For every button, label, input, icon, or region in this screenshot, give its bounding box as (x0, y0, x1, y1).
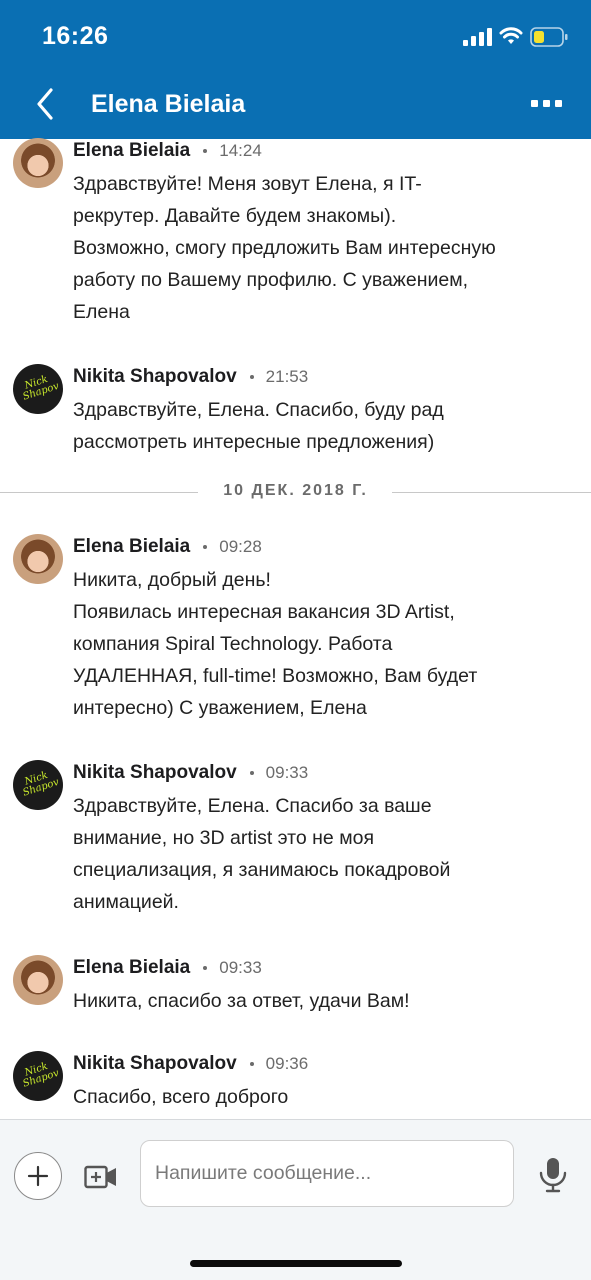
message-line: УДАЛЕННАЯ, full-time! Возможно, Вам буде… (73, 665, 478, 687)
message-line: Здравствуйте, Елена. Спасибо, буду рад (73, 399, 444, 421)
battery-icon (530, 27, 568, 47)
message-input[interactable] (141, 1141, 513, 1206)
home-indicator (190, 1260, 402, 1267)
avatar-logo: Nick Shapov (21, 769, 61, 799)
app-header: 16:26 Elena Bielaia (0, 0, 591, 139)
separator-dot (203, 545, 208, 549)
message-line: Здравствуйте, Елена. Спасибо за ваше (73, 795, 432, 817)
message-line: Возможно, смогу предложить Вам интересну… (73, 237, 496, 259)
status-bar: 16:26 (0, 0, 591, 70)
avatar[interactable]: Nick Shapov (13, 760, 63, 810)
message-line: внимание, но 3D artist это не моя (73, 827, 375, 849)
sender-name[interactable]: Nikita Shapovalov (73, 1053, 237, 1075)
separator-dot (203, 966, 208, 970)
video-call-icon[interactable] (84, 1162, 118, 1192)
sender-name[interactable]: Elena Bielaia (73, 140, 190, 162)
message-text: Никита, спасибо за ответ, удачи Вам! (73, 985, 563, 1017)
status-time: 16:26 (42, 22, 109, 50)
message-text: Никита, добрый день! Появилась интересная… (73, 564, 563, 724)
message-header: Elena Bielaia 14:24 (73, 138, 262, 164)
avatar-logo: Nick Shapov (21, 373, 61, 403)
more-dot (530, 99, 538, 107)
avatar[interactable] (13, 138, 63, 188)
conversation-title: Elena Bielaia (91, 90, 246, 118)
message-line: анимацией. (73, 891, 179, 913)
message-line: интересно) С уважением, Елена (73, 697, 367, 719)
avatar[interactable] (13, 534, 63, 584)
message-text: Здравствуйте, Елена. Спасибо за ваше вним… (73, 790, 563, 918)
separator-dot (249, 375, 254, 379)
avatar-logo: Nick Shapov (21, 1060, 61, 1090)
message-line: Здравствуйте! Меня зовут Елена, я IT- (73, 173, 422, 195)
message-line: Появилась интересная вакансия 3D Artist, (73, 601, 455, 623)
separator-dot (203, 149, 208, 153)
message-composer (0, 1119, 591, 1280)
message-time: 09:36 (265, 1054, 309, 1073)
message-text: Здравствуйте, Елена. Спасибо, буду рад ра… (73, 394, 563, 458)
message-line: Елена (73, 301, 130, 323)
message-header: Nikita Shapovalov 09:36 (73, 1051, 308, 1077)
message-time: 14:24 (219, 141, 262, 160)
more-options-button[interactable] (526, 88, 566, 118)
cellular-signal-icon (463, 28, 492, 46)
sender-name[interactable]: Elena Bielaia (73, 957, 190, 979)
message-line: Никита, спасибо за ответ, удачи Вам! (73, 990, 410, 1012)
message-time: 09:28 (219, 537, 262, 556)
message-line: рекрутер. Давайте будем знакомы). (73, 205, 397, 227)
message-text: Спасибо, всего доброго (73, 1081, 563, 1113)
message-text: Здравствуйте! Меня зовут Елена, я IT-рек… (73, 168, 563, 328)
sender-name[interactable]: Nikita Shapovalov (73, 762, 237, 784)
message-line: специализация, я занимаюсь покадровой (73, 859, 451, 881)
microphone-icon[interactable] (538, 1156, 568, 1194)
sender-name[interactable]: Elena Bielaia (73, 536, 190, 558)
message-line: Спасибо, всего доброго (73, 1086, 289, 1108)
message-time: 09:33 (219, 958, 262, 977)
more-dot (542, 99, 550, 107)
message-line: Никита, добрый день! (73, 569, 271, 591)
avatar[interactable]: Nick Shapov (13, 1051, 63, 1101)
message-line: работу по Вашему профилю. С уважением, (73, 269, 469, 291)
separator-dot (249, 771, 254, 775)
message-line: рассмотреть интересные предложения) (73, 431, 435, 453)
date-label: 10 ДЕК. 2018 Г. (223, 482, 368, 499)
avatar[interactable] (13, 955, 63, 1005)
message-header: Elena Bielaia 09:33 (73, 955, 262, 981)
message-header: Nikita Shapovalov 09:33 (73, 760, 308, 786)
message-input-container[interactable] (140, 1140, 514, 1207)
wifi-icon (499, 27, 523, 44)
divider-line (392, 492, 591, 493)
message-time: 21:53 (265, 367, 309, 386)
separator-dot (249, 1062, 254, 1066)
message-time: 09:33 (265, 763, 309, 782)
message-header: Nikita Shapovalov 21:53 (73, 364, 308, 390)
chevron-left-icon (37, 88, 53, 120)
nav-bar: Elena Bielaia (0, 70, 591, 139)
plus-icon (27, 1165, 49, 1187)
more-dot (554, 99, 562, 107)
sender-name[interactable]: Nikita Shapovalov (73, 366, 237, 388)
message-header: Elena Bielaia 09:28 (73, 534, 262, 560)
avatar[interactable]: Nick Shapov (13, 364, 63, 414)
date-divider: 10 ДЕК. 2018 Г. (0, 480, 591, 504)
back-button[interactable] (30, 84, 60, 124)
add-attachment-button[interactable] (14, 1152, 62, 1200)
message-line: компания Spiral Technology. Работа (73, 633, 393, 655)
